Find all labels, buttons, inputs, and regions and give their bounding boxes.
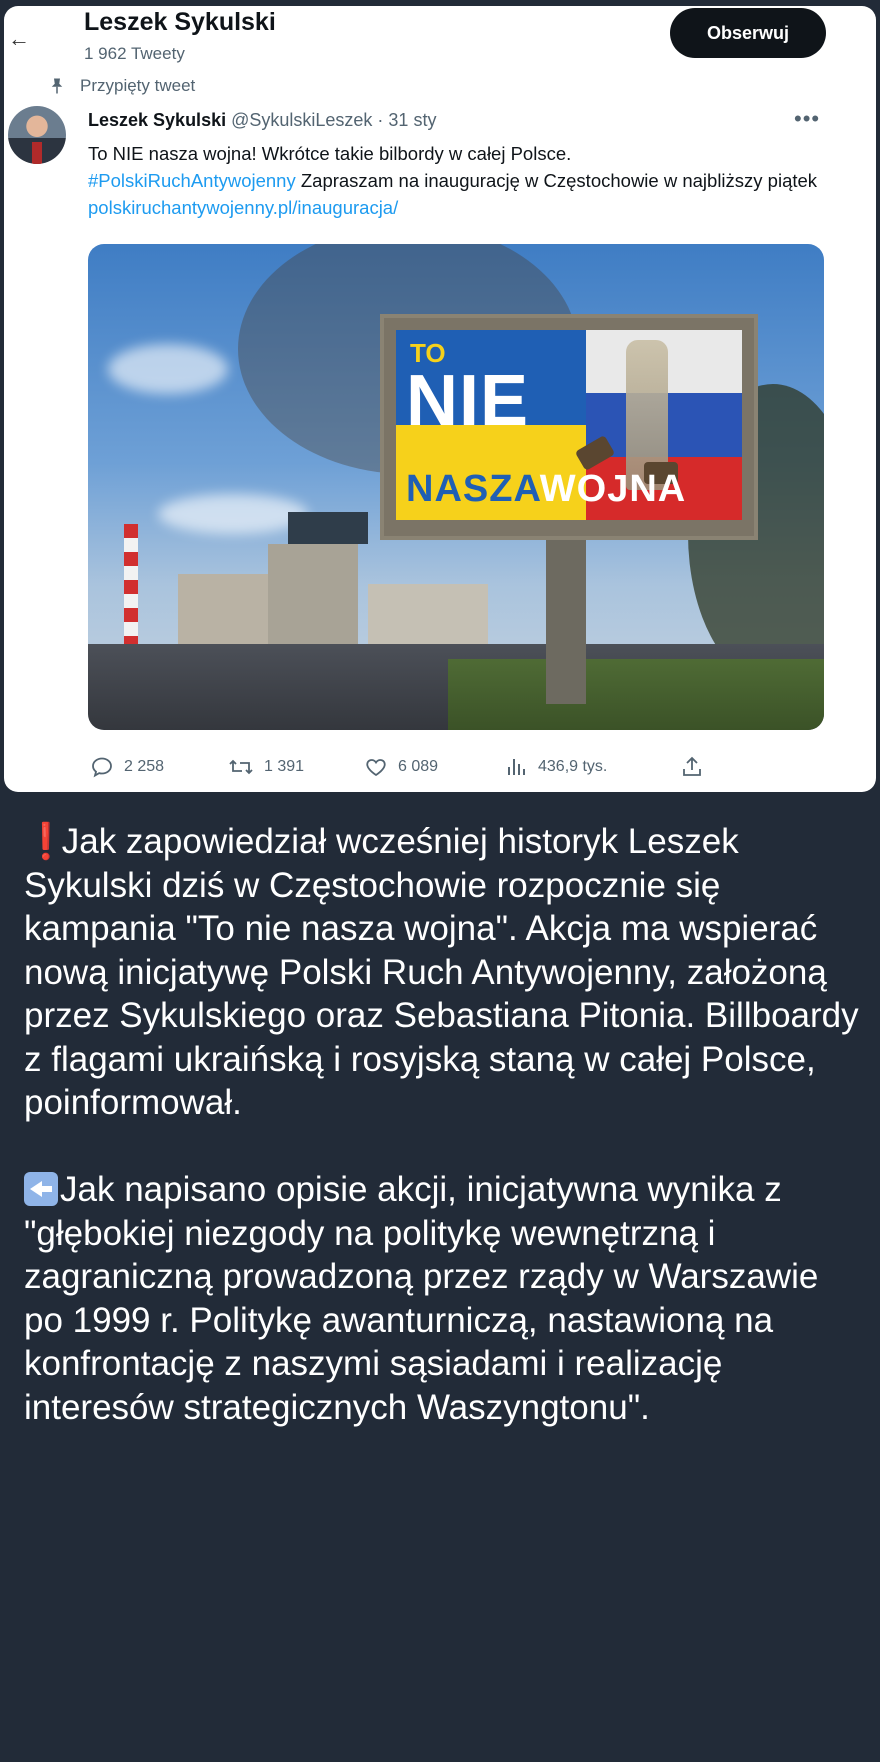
caption-paragraph-2: Jak napisano opisie akcji, inicjatywna w…	[24, 1168, 860, 1429]
author-meta: @SykulskiLeszek · 31 sty	[231, 110, 437, 130]
billboard-nie: NIE	[406, 361, 530, 441]
billboard: TO NIE NASZAWOJNA	[380, 314, 758, 540]
views-icon	[508, 759, 525, 775]
caption-text-2: Jak napisano opisie akcji, inicjatywna w…	[24, 1170, 819, 1427]
billboard-slogan: NASZAWOJNA	[406, 468, 686, 511]
heart-icon	[366, 759, 386, 777]
back-arrow-icon[interactable]: ←	[8, 26, 30, 52]
author-line: Leszek Sykulski @SykulskiLeszek · 31 sty	[88, 110, 436, 131]
tweet-count: 1 962 Tweety	[84, 44, 185, 63]
caption-text-1: Jak zapowiedział wcześniej historyk Lesz…	[24, 822, 859, 1122]
pinned-text: Przypięty tweet	[80, 76, 196, 95]
tweet-text-line1: To NIE nasza wojna! Wkrótce takie bilbor…	[88, 143, 572, 164]
url-link[interactable]: polskiruchantywojenny.pl/inauguracja/	[88, 197, 398, 218]
exclamation-icon: ❗	[24, 822, 68, 861]
views-count: 436,9 tys.	[538, 758, 608, 775]
tweet-text-rest: Zapraszam na inaugurację w Częstochowie …	[295, 170, 818, 191]
tweet-text: To NIE nasza wojna! Wkrótce takie bilbor…	[88, 140, 818, 221]
follow-button[interactable]: Obserwuj	[670, 8, 826, 58]
tweet-card: ← Leszek Sykulski 1 962 Tweety Obserwuj …	[4, 6, 876, 792]
profile-name: Leszek Sykulski	[84, 8, 276, 36]
retweet-button[interactable]: 1 391	[228, 752, 304, 782]
like-button[interactable]: 6 089	[364, 752, 438, 782]
retweet-icon	[229, 759, 253, 775]
pin-icon	[51, 78, 63, 94]
reply-button[interactable]: 2 258	[90, 752, 164, 782]
reply-icon	[92, 757, 112, 778]
reply-count: 2 258	[124, 758, 165, 775]
left-arrow-icon	[24, 1172, 58, 1206]
billboard-nasza: NASZA	[406, 468, 540, 510]
avatar[interactable]	[8, 106, 66, 164]
like-count: 6 089	[398, 758, 439, 775]
tweet-photo[interactable]: TO NIE NASZAWOJNA	[88, 244, 824, 730]
author-name[interactable]: Leszek Sykulski	[88, 110, 226, 130]
share-button[interactable]	[680, 752, 704, 782]
retweet-count: 1 391	[264, 758, 305, 775]
more-options-icon[interactable]: •••	[794, 106, 820, 132]
tweet-actions: 2 258 1 391 6 089 436,9 tys.	[90, 752, 730, 782]
post-caption: ❗ Jak zapowiedział wcześniej historyk Le…	[24, 820, 860, 1429]
hashtag-link[interactable]: #PolskiRuchAntywojenny	[88, 170, 296, 191]
billboard-wojna: WOJNA	[539, 468, 687, 510]
views-button[interactable]: 436,9 tys.	[504, 752, 607, 782]
pinned-label: Przypięty tweet	[48, 76, 195, 96]
share-icon	[683, 756, 701, 776]
caption-paragraph-1: ❗ Jak zapowiedział wcześniej historyk Le…	[24, 820, 860, 1125]
